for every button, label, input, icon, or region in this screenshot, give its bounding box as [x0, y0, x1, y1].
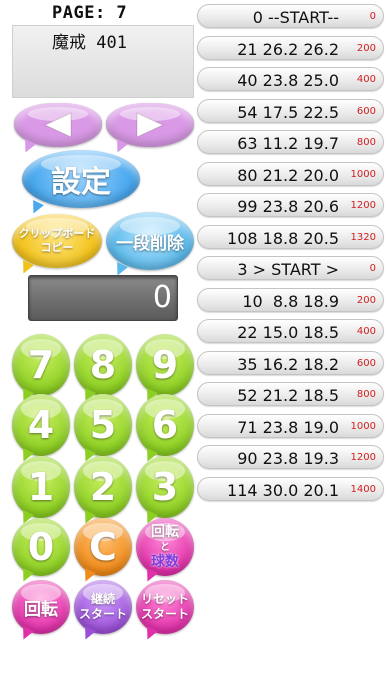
history-row[interactable]: 0 --START-- 0 — [197, 4, 384, 28]
continue-start-label: 継続 スタート — [78, 592, 127, 621]
history-row[interactable]: 99 23.8 20.6 1200 — [197, 193, 384, 217]
spin-and-balls-top-label: 回転 — [151, 523, 179, 540]
key-5[interactable]: 5 — [74, 394, 132, 456]
history-row[interactable]: 22 15.0 18.5 400 — [197, 319, 384, 343]
history-row[interactable]: 108 18.8 20.5 1320 — [197, 224, 384, 249]
history-row-values: 10 8.8 18.9 — [242, 291, 339, 311]
history-row-count: 1000 — [350, 168, 376, 180]
history-row[interactable]: 114 30.0 20.1 1400 — [197, 476, 384, 501]
key-2[interactable]: 2 — [74, 456, 132, 518]
history-row[interactable]: 52 21.2 18.5 800 — [197, 382, 384, 406]
history-row-count: 400 — [356, 326, 376, 337]
history-row[interactable]: 3 > START > 0 — [197, 256, 384, 280]
history-row[interactable]: 63 11.2 19.7 800 — [197, 130, 384, 154]
key-4[interactable]: 4 — [12, 394, 70, 456]
history-row-values: 80 21.2 20.0 — [237, 165, 339, 185]
spin-button[interactable]: 回転 — [12, 580, 70, 634]
key-3[interactable]: 3 — [136, 456, 194, 518]
history-row-count: 1000 — [350, 420, 376, 432]
history-row-values: 3 > START > — [237, 260, 339, 279]
history-row-count: 1400 — [350, 483, 376, 495]
arrow-left-icon — [43, 112, 72, 138]
history-row-values: 90 23.8 19.3 — [237, 449, 339, 468]
history-row-count: 0 — [369, 263, 376, 274]
history-row-values: 114 30.0 20.1 — [227, 480, 339, 500]
history-row-values: 71 23.8 19.0 — [237, 417, 339, 437]
history-row-values: 35 16.2 18.2 — [237, 354, 339, 374]
key-1[interactable]: 1 — [12, 456, 70, 518]
arrow-right-icon — [136, 112, 165, 138]
history-row[interactable]: 35 16.2 18.2 600 — [197, 350, 384, 375]
key-8[interactable]: 8 — [74, 334, 132, 396]
key-0[interactable]: 0 — [12, 518, 70, 576]
history-row-count: 600 — [356, 357, 376, 369]
history-row-values: 21 26.2 26.2 — [237, 39, 339, 59]
spin-and-balls-mid-label: と — [160, 541, 170, 553]
display-value: 0 — [152, 280, 172, 315]
history-row-values: 0 --START-- — [252, 8, 339, 27]
key-7[interactable]: 7 — [12, 334, 70, 396]
history-row-values: 52 21.2 18.5 — [237, 386, 339, 405]
spin-and-balls-bottom-label: 球数 — [151, 553, 179, 570]
settings-label: 設定 — [51, 165, 111, 200]
page-label: PAGE: 7 — [52, 3, 128, 23]
history-row-count: 1200 — [350, 452, 376, 463]
history-row-values: 22 15.0 18.5 — [237, 323, 339, 342]
delete-row-label: 一段削除 — [116, 233, 184, 254]
settings-button[interactable]: 設定 — [22, 150, 140, 208]
history-row-count: 200 — [356, 294, 376, 306]
history-row-values: 99 23.8 20.6 — [237, 197, 339, 216]
history-row-values: 63 11.2 19.7 — [237, 134, 339, 153]
next-page-button[interactable] — [106, 103, 194, 147]
prev-page-button[interactable] — [14, 103, 102, 147]
history-row[interactable]: 71 23.8 19.0 1000 — [197, 413, 384, 438]
history-row-count: 1200 — [350, 200, 376, 211]
history-row-count: 0 — [369, 11, 376, 22]
key-6[interactable]: 6 — [136, 394, 194, 456]
history-row-count: 400 — [356, 74, 376, 85]
history-row[interactable]: 90 23.8 19.3 1200 — [197, 445, 384, 469]
clear-button[interactable]: C — [74, 518, 132, 576]
clear-label: C — [89, 525, 117, 569]
history-row-count: 200 — [356, 42, 376, 54]
clipboard-copy-button[interactable]: クリップボード コピー — [12, 214, 102, 268]
spin-label: 回転 — [24, 599, 58, 620]
history-row-values: 108 18.8 20.5 — [227, 228, 339, 248]
history-row-count: 1320 — [350, 231, 376, 243]
reset-start-button[interactable]: リセット スタート — [136, 580, 194, 634]
continue-start-button[interactable]: 継続 スタート — [74, 580, 132, 634]
reset-start-label: リセット スタート — [140, 592, 189, 621]
delete-row-button[interactable]: 一段削除 — [106, 212, 194, 270]
clipboard-copy-label: クリップボード コピー — [18, 227, 96, 254]
history-row[interactable]: 80 21.2 20.0 1000 — [197, 161, 384, 186]
spin-and-balls-button[interactable]: 回転 と 球数 — [136, 518, 194, 576]
history-row[interactable]: 54 17.5 22.5 600 — [197, 98, 384, 123]
history-row-count: 800 — [356, 137, 376, 148]
key-9[interactable]: 9 — [136, 334, 194, 396]
history-row[interactable]: 10 8.8 18.9 200 — [197, 287, 384, 312]
history-row-count: 800 — [356, 389, 376, 400]
history-row-values: 40 23.8 25.0 — [237, 71, 339, 90]
history-row[interactable]: 40 23.8 25.0 400 — [197, 67, 384, 91]
history-row-values: 54 17.5 22.5 — [237, 102, 339, 122]
history-row[interactable]: 21 26.2 26.2 200 — [197, 35, 384, 60]
history-row-count: 600 — [356, 105, 376, 117]
machine-info: 魔戒 401 — [52, 33, 127, 53]
